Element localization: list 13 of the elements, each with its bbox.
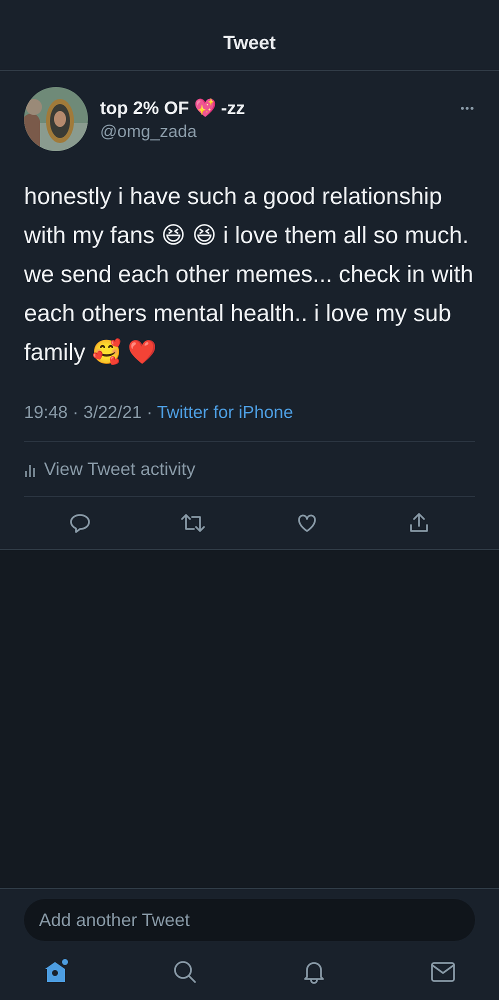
source-link[interactable]: Twitter for iPhone (156, 402, 294, 422)
display-name[interactable]: top 2% OF 💖 -zz (100, 97, 448, 119)
reply-icon[interactable] (68, 511, 92, 535)
tweet-text: honestly i have such a good relationship with my fans 😆 😆 i love them all so much. we send each other memes... check in with each others mental health.. i love my sub family 🥰 ❤ (24, 182, 474, 367)
user-handle: @omg_zada (100, 122, 198, 142)
compose-field[interactable]: Add another Tweet (24, 899, 475, 941)
retweet-icon[interactable] (180, 511, 206, 535)
envelope-icon (428, 960, 457, 984)
tweet-meta: 19:48 · 3/22/21 · Twitter for iPhone (24, 402, 475, 442)
activity-link[interactable]: View Tweet activity (44, 458, 196, 480)
header-title: Tweet (223, 33, 276, 55)
more-options[interactable]: ••• (460, 87, 475, 115)
search-icon (172, 959, 198, 985)
